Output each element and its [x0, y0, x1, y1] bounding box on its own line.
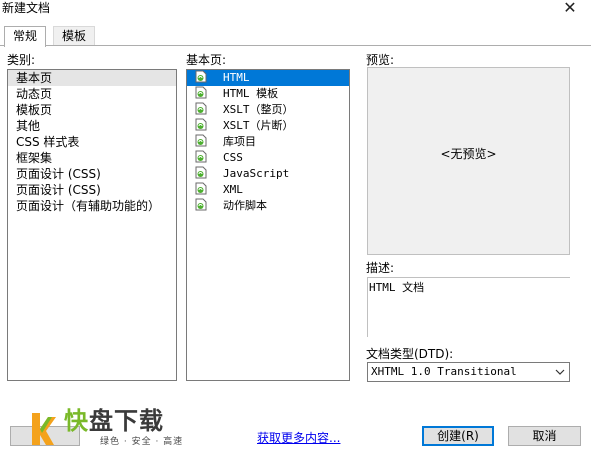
page-item-label: HTML 模板: [223, 87, 279, 100]
page-item-label: 动作脚本: [223, 199, 267, 212]
tab-templates[interactable]: 模板: [53, 26, 96, 46]
dreamweaver-doc-icon: [195, 198, 207, 211]
doctype-label: 文档类型(DTD):: [366, 347, 454, 361]
create-button[interactable]: 创建(R): [422, 426, 494, 446]
watermark-brand-green: 快: [64, 407, 89, 435]
page-item-xslt-full[interactable]: XSLT（整页）: [187, 102, 349, 118]
doctype-select[interactable]: XHTML 1.0 Transitional: [367, 362, 570, 382]
dreamweaver-doc-icon: [195, 118, 207, 131]
window-title: 新建文档: [2, 1, 51, 15]
basic-page-label: 基本页:: [186, 53, 227, 67]
doctype-value: XHTML 1.0 Transitional: [371, 365, 517, 378]
preview-label: 预览:: [366, 53, 395, 67]
watermark-brand-dark: 盘下载: [89, 407, 164, 435]
title-bar: 新建文档 ✕: [0, 0, 591, 24]
watermark-slogan: 绿色 · 安全 · 高速: [100, 437, 184, 447]
tab-general[interactable]: 常规: [4, 26, 47, 47]
page-item-label: XML: [223, 183, 243, 196]
close-icon[interactable]: ✕: [561, 0, 579, 18]
basic-page-list[interactable]: HTML HTML 模板 XSLT（整页） XSLT（片断） 库项目 CSS J…: [186, 69, 350, 381]
preview-text: <无预览>: [440, 147, 497, 161]
category-list[interactable]: 基本页 动态页 模板页 其他 CSS 样式表 框架集 页面设计 (CSS) 页面…: [7, 69, 177, 381]
page-item-label: JavaScript: [223, 167, 290, 180]
dreamweaver-doc-icon: [195, 166, 207, 179]
page-item-xml[interactable]: XML: [187, 182, 349, 198]
category-item-template-page[interactable]: 模板页: [8, 102, 176, 118]
kuai-logo-icon: [32, 413, 56, 445]
get-more-content-link[interactable]: 获取更多内容...: [257, 429, 340, 446]
page-item-label: XSLT（片断）: [223, 119, 294, 132]
dreamweaver-doc-icon: [195, 102, 207, 115]
page-item-html-template[interactable]: HTML 模板: [187, 86, 349, 102]
cancel-button[interactable]: 取消: [508, 426, 581, 446]
category-item-css-stylesheet[interactable]: CSS 样式表: [8, 134, 176, 150]
page-item-xslt-fragment[interactable]: XSLT（片断）: [187, 118, 349, 134]
category-item-dynamic-page[interactable]: 动态页: [8, 86, 176, 102]
page-item-css[interactable]: CSS: [187, 150, 349, 166]
watermark-logo: 快盘下载 绿色 · 安全 · 高速: [28, 405, 198, 453]
page-item-html[interactable]: HTML: [187, 70, 349, 86]
tab-strip: 常规 模板: [0, 26, 591, 47]
page-item-label: HTML: [223, 71, 250, 84]
description-text: HTML 文档: [369, 281, 425, 294]
page-item-actionscript[interactable]: 动作脚本: [187, 198, 349, 214]
page-item-label: CSS: [223, 151, 243, 164]
dreamweaver-doc-icon: [195, 150, 207, 163]
category-item-page-design-css[interactable]: 页面设计 (CSS): [8, 166, 176, 182]
page-item-javascript[interactable]: JavaScript: [187, 166, 349, 182]
dreamweaver-doc-icon: [195, 70, 207, 83]
dreamweaver-doc-icon: [195, 182, 207, 195]
chevron-down-icon: [555, 363, 565, 388]
page-item-label: XSLT（整页）: [223, 103, 294, 116]
category-item-page-design-accessible[interactable]: 页面设计（有辅助功能的）: [8, 198, 176, 214]
page-item-label: 库项目: [223, 135, 256, 148]
category-item-frameset[interactable]: 框架集: [8, 150, 176, 166]
description-label: 描述:: [366, 261, 395, 275]
category-label: 类别:: [7, 53, 36, 67]
preview-pane: <无预览>: [367, 67, 570, 255]
category-item-basic-page[interactable]: 基本页: [8, 70, 176, 86]
page-item-library[interactable]: 库项目: [187, 134, 349, 150]
category-item-other[interactable]: 其他: [8, 118, 176, 134]
dreamweaver-doc-icon: [195, 86, 207, 99]
category-item-page-design-css-2[interactable]: 页面设计 (CSS): [8, 182, 176, 198]
dreamweaver-doc-icon: [195, 134, 207, 147]
description-box: HTML 文档: [367, 277, 570, 337]
watermark-brand: 快盘下载: [64, 407, 164, 435]
